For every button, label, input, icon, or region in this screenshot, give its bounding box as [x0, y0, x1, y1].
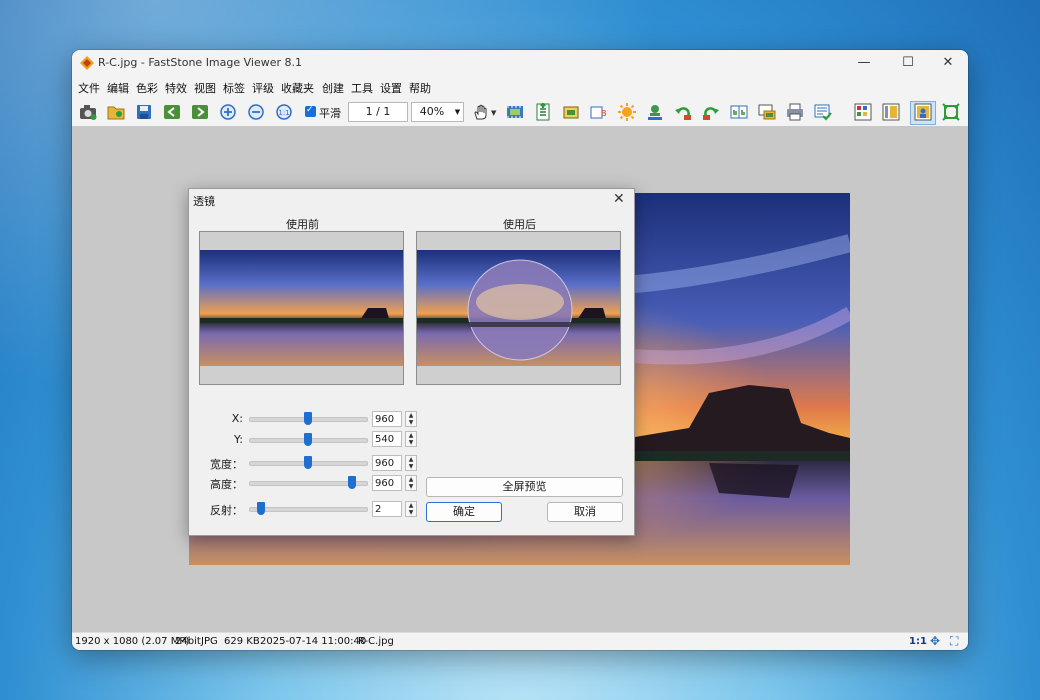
svg-text:1:1: 1:1: [278, 109, 289, 117]
toolbar: 1:1 平滑 1 / 1 40% ▼ ▼ B: [72, 98, 968, 127]
add-to-list-icon[interactable]: [534, 103, 552, 121]
menu-settings[interactable]: 设置: [380, 80, 402, 96]
rotate-right-icon[interactable]: [702, 103, 720, 121]
menu-favorites[interactable]: 收藏夹: [281, 80, 314, 96]
resize-icon[interactable]: B: [590, 103, 608, 121]
width-input[interactable]: 960: [372, 455, 402, 471]
hand-tool-dropdown[interactable]: ▼: [491, 109, 496, 117]
cancel-button[interactable]: 取消: [547, 502, 623, 522]
x-input[interactable]: 960: [372, 411, 402, 427]
height-slider-thumb[interactable]: [347, 476, 356, 489]
menu-help[interactable]: 帮助: [409, 80, 431, 96]
maximize-button[interactable]: ☐: [888, 50, 928, 76]
status-zoom-ratio[interactable]: 1:1: [909, 636, 927, 647]
page-counter-field[interactable]: 1 / 1: [348, 102, 408, 122]
fit-window-icon[interactable]: [942, 103, 960, 121]
menu-file[interactable]: 文件: [78, 80, 100, 96]
smooth-label: 平滑: [319, 107, 341, 120]
status-bar: 1920 x 1080 (2.07 MP) 24bit JPG 629 KB 2…: [72, 632, 968, 650]
smooth-checkbox[interactable]: [305, 105, 316, 117]
menu-tools[interactable]: 工具: [351, 80, 373, 96]
ok-button[interactable]: 确定: [426, 502, 502, 522]
slideshow-icon[interactable]: [758, 103, 776, 121]
menu-create[interactable]: 创建: [322, 80, 344, 96]
menu-effects[interactable]: 特效: [165, 80, 187, 96]
before-label: 使用前: [286, 218, 319, 231]
layout-browser-icon[interactable]: [854, 103, 872, 121]
status-filename: R-C.jpg: [358, 636, 394, 647]
y-input[interactable]: 540: [372, 431, 402, 447]
previous-icon[interactable]: [163, 103, 181, 121]
lens-dialog: 透镜 ✕ 使用前 使用后 X: 960 ▲ ▼ Y: 540 ▲ ▼ 宽度： 9…: [188, 188, 635, 536]
before-preview: [199, 231, 404, 385]
layout-viewer-icon[interactable]: [882, 103, 900, 121]
next-icon[interactable]: [191, 103, 209, 121]
height-label: 高度：: [210, 478, 243, 491]
actual-size-icon[interactable]: 1:1: [275, 103, 293, 121]
y-label: Y:: [234, 433, 243, 446]
stamp-icon[interactable]: [646, 103, 664, 121]
filmstrip-icon[interactable]: [506, 103, 524, 121]
adjust-colors-icon[interactable]: [618, 103, 636, 121]
zoom-level-field[interactable]: 40%: [411, 102, 453, 122]
rotate-left-icon[interactable]: [674, 103, 692, 121]
menu-color[interactable]: 色彩: [136, 80, 158, 96]
faststone-logo-icon: [80, 56, 94, 70]
after-preview: [416, 231, 621, 385]
x-spinner[interactable]: ▲ ▼: [405, 411, 417, 427]
height-input[interactable]: 960: [372, 475, 402, 491]
compare-icon[interactable]: [730, 103, 748, 121]
minimize-button[interactable]: —: [844, 50, 884, 76]
crop-icon[interactable]: [562, 103, 580, 121]
y-slider-thumb[interactable]: [303, 433, 312, 446]
menu-edit[interactable]: 编辑: [107, 80, 129, 96]
status-fit-icon[interactable]: ✥: [930, 634, 940, 648]
save-icon[interactable]: [135, 103, 153, 121]
zoom-out-icon[interactable]: [247, 103, 265, 121]
x-label: X:: [231, 412, 243, 425]
menu-view[interactable]: 视图: [194, 80, 216, 96]
reflection-spinner[interactable]: ▲ ▼: [405, 501, 417, 517]
menu-bar: 文件 编辑 色彩 特效 视图 标签 评级 收藏夹 创建 工具 设置 帮助: [72, 76, 968, 98]
dialog-title: 透镜: [193, 195, 215, 208]
camera-icon[interactable]: [79, 103, 97, 121]
fullscreen-preview-button[interactable]: 全屏预览: [426, 477, 623, 497]
hand-tool-icon[interactable]: [472, 103, 490, 121]
status-fullscreen-icon[interactable]: ⛶: [950, 634, 958, 649]
width-slider-thumb[interactable]: [303, 456, 312, 469]
status-datetime: 2025-07-14 11:00:40: [260, 636, 367, 647]
print-icon[interactable]: [786, 103, 804, 121]
title-bar: R-C.jpg - FastStone Image Viewer 8.1 — ☐…: [72, 50, 968, 76]
status-dimensions: 1920 x 1080 (2.07 MP): [75, 636, 190, 647]
status-filesize: 629 KB: [224, 636, 260, 647]
x-slider-thumb[interactable]: [303, 412, 312, 425]
window-title: R-C.jpg - FastStone Image Viewer 8.1: [98, 56, 303, 69]
zoom-dropdown-button[interactable]: ▼: [452, 102, 464, 122]
after-label: 使用后: [503, 218, 536, 231]
height-spinner[interactable]: ▲ ▼: [405, 475, 417, 491]
width-spinner[interactable]: ▲ ▼: [405, 455, 417, 471]
reflection-slider-thumb[interactable]: [256, 502, 265, 515]
close-button[interactable]: ✕: [928, 50, 968, 76]
menu-tags[interactable]: 标签: [223, 80, 245, 96]
status-bitdepth: 24bit: [175, 636, 201, 647]
layout-fullscreen-icon[interactable]: [914, 103, 932, 121]
reflection-label: 反射：: [210, 504, 243, 517]
status-format: JPG: [201, 636, 218, 647]
width-label: 宽度：: [210, 458, 243, 471]
email-icon[interactable]: [814, 103, 832, 121]
svg-text:B: B: [601, 109, 607, 118]
zoom-in-icon[interactable]: [219, 103, 237, 121]
dialog-close-button[interactable]: ✕: [613, 191, 625, 207]
open-folder-icon[interactable]: [107, 103, 125, 121]
reflection-input[interactable]: 2: [372, 501, 402, 517]
menu-rating[interactable]: 评级: [252, 80, 274, 96]
reflection-slider-track[interactable]: [249, 507, 368, 512]
y-spinner[interactable]: ▲ ▼: [405, 431, 417, 447]
